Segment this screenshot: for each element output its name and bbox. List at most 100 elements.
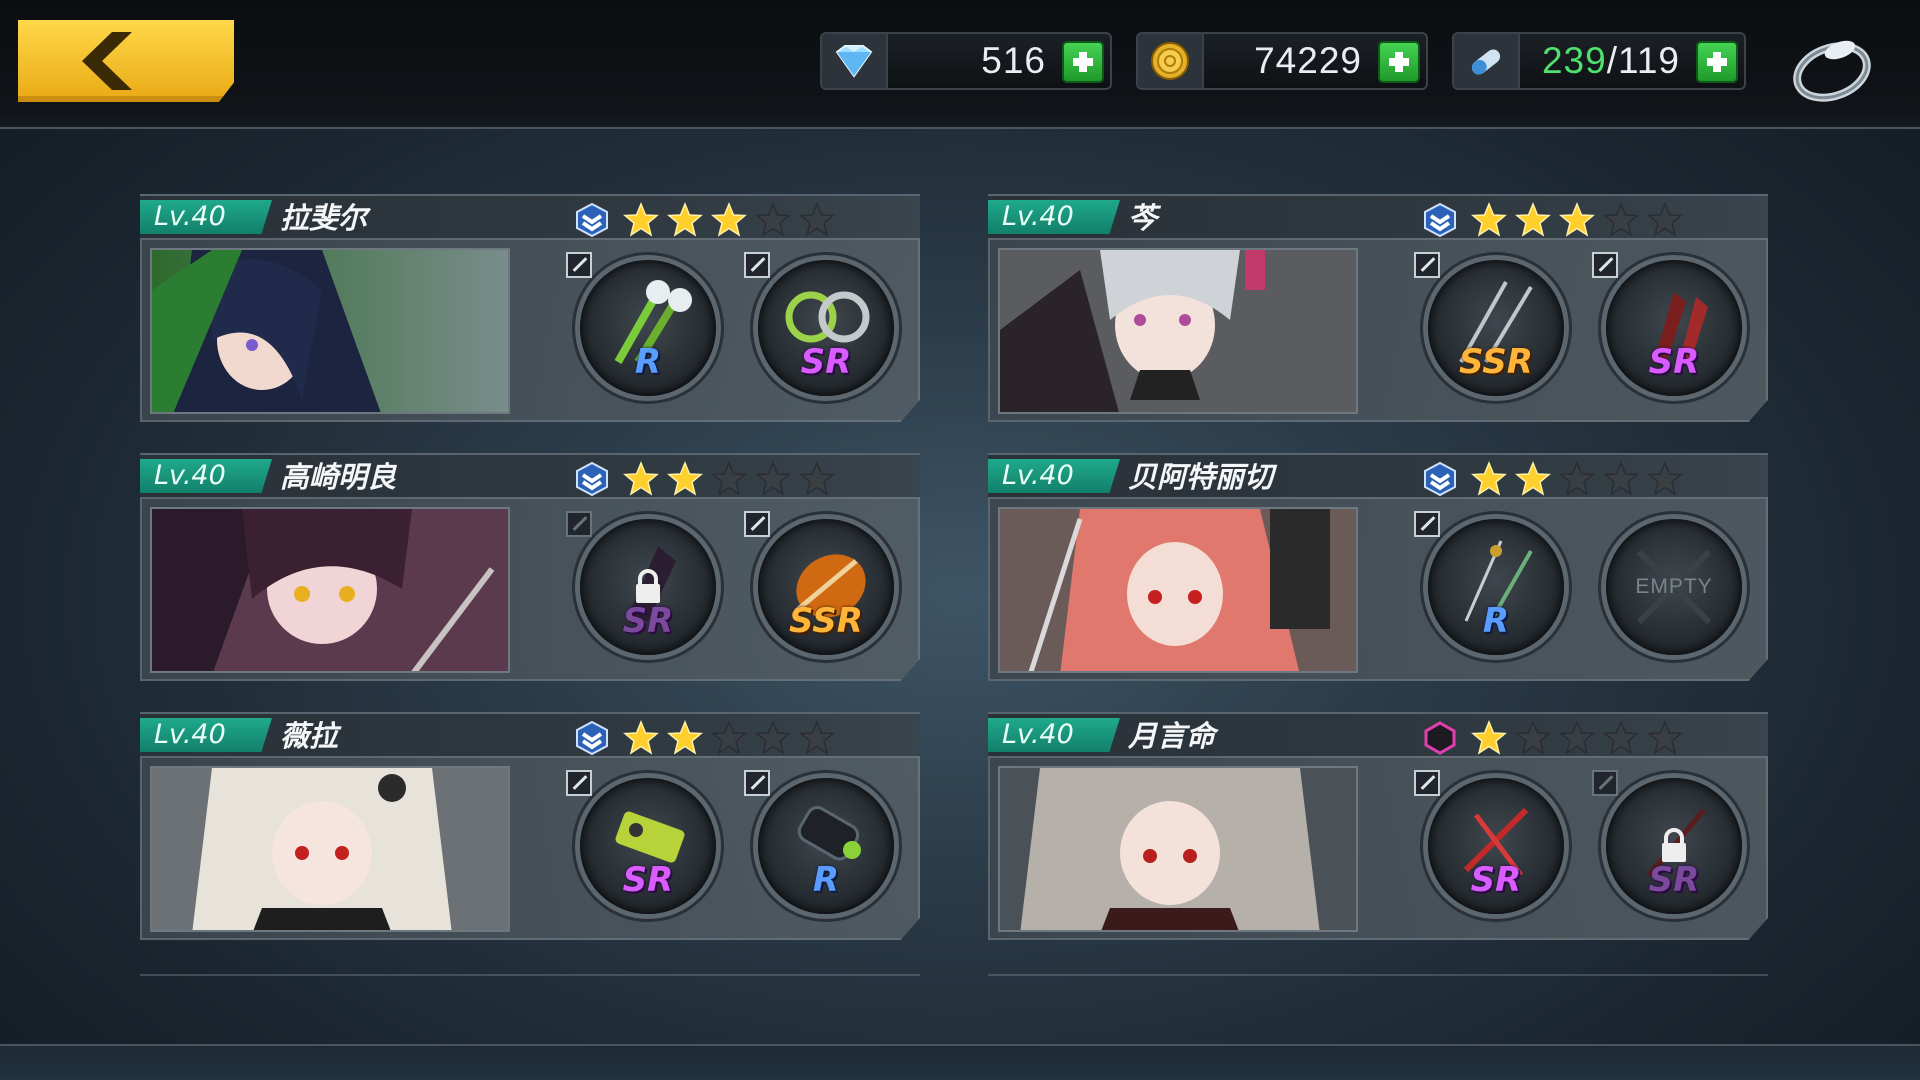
character-portrait	[998, 766, 1358, 932]
star-empty-icon	[755, 461, 791, 497]
star-filled-icon	[667, 202, 703, 238]
character-card[interactable]: R SR Lv.40 拉斐尔	[140, 194, 920, 422]
edit-icon[interactable]	[1414, 770, 1440, 796]
stamina-separator: /	[1606, 40, 1618, 81]
character-portrait	[150, 507, 510, 673]
card-header: Lv.40 高崎明良	[140, 453, 920, 497]
edit-icon[interactable]	[1592, 252, 1618, 278]
star-filled-icon	[623, 720, 659, 756]
character-card[interactable]: SR R Lv.40 薇拉	[140, 712, 920, 940]
empty-weapon-slot[interactable]: EMPTY	[1606, 519, 1742, 655]
rarity-badge: SR	[800, 342, 852, 382]
star-filled-icon	[1471, 202, 1507, 238]
star-filled-icon	[1471, 461, 1507, 497]
add-stamina-button[interactable]	[1696, 41, 1738, 83]
stamina-current: 239	[1541, 40, 1607, 81]
gems-value: 516	[981, 40, 1046, 81]
character-name: 月言命	[1128, 719, 1216, 753]
character-name: 芩	[1128, 201, 1158, 235]
weapon-slot[interactable]: SR	[1592, 770, 1742, 914]
character-name: 薇拉	[280, 719, 339, 753]
rarity-badge: SR	[1648, 342, 1700, 382]
star-empty-icon	[799, 202, 835, 238]
star-filled-icon	[667, 720, 703, 756]
gems-counter: 516	[820, 32, 1112, 90]
star-rating	[623, 720, 835, 756]
pink-hexagon-rank-icon	[1422, 720, 1458, 756]
level-tag: Lv.40	[988, 459, 1120, 493]
star-empty-icon	[1603, 461, 1639, 497]
character-card[interactable]: SSR SR Lv.40 芩	[988, 194, 1768, 422]
list-end-divider	[988, 974, 1768, 976]
character-card[interactable]: R EMPTY Lv.40 贝阿特丽切	[988, 453, 1768, 681]
stamina-max: 119	[1618, 40, 1680, 81]
level-tag: Lv.40	[140, 718, 272, 752]
character-portrait	[150, 766, 510, 932]
add-gems-button[interactable]	[1062, 41, 1104, 83]
weapon-slot[interactable]: SR	[1414, 770, 1564, 914]
character-portrait	[998, 507, 1358, 673]
weapon-slot[interactable]: SSR	[744, 511, 894, 655]
star-empty-icon	[1647, 720, 1683, 756]
edit-icon[interactable]	[1414, 511, 1440, 537]
weapon-slot[interactable]: R	[1414, 511, 1564, 655]
rarity-badge: SSR	[789, 601, 863, 641]
character-name: 贝阿特丽切	[1128, 460, 1274, 494]
star-rating	[1471, 461, 1683, 497]
rarity-badge: SR	[622, 860, 674, 900]
star-empty-icon	[1603, 720, 1639, 756]
weapon-slot[interactable]: SR	[566, 770, 716, 914]
star-empty-icon	[1515, 720, 1551, 756]
ring-icon[interactable]	[1788, 26, 1878, 106]
rarity-badge: SR	[1470, 860, 1522, 900]
star-filled-icon	[1559, 202, 1595, 238]
gold-value: 74229	[1254, 40, 1362, 81]
card-body: SR SR	[988, 756, 1768, 940]
rarity-badge: R	[634, 342, 662, 382]
level-tag: Lv.40	[140, 200, 272, 234]
edit-icon[interactable]	[566, 770, 592, 796]
star-filled-icon	[623, 461, 659, 497]
blue-chevron-rank-icon	[574, 202, 610, 238]
add-gold-button[interactable]	[1378, 41, 1420, 83]
stamina-capsule-icon	[1454, 34, 1520, 88]
footer-bar	[0, 1046, 1920, 1080]
star-empty-icon	[1559, 461, 1595, 497]
star-empty-icon	[711, 720, 747, 756]
weapon-slot[interactable]: SR	[566, 511, 716, 655]
edit-icon[interactable]	[566, 252, 592, 278]
weapon-slot[interactable]: SR	[1592, 252, 1742, 396]
weapon-slot[interactable]: R	[566, 252, 716, 396]
character-name: 拉斐尔	[280, 201, 368, 235]
rarity-badge: R	[1482, 601, 1510, 641]
edit-icon[interactable]	[1414, 252, 1440, 278]
star-empty-icon	[1603, 202, 1639, 238]
weapon-slot[interactable]: R	[744, 770, 894, 914]
weapon-slot[interactable]: SR	[744, 252, 894, 396]
character-card[interactable]: SR SSR Lv.40 高崎明良	[140, 453, 920, 681]
edit-icon	[566, 511, 592, 537]
card-header: Lv.40 月言命	[988, 712, 1768, 756]
star-empty-icon	[799, 461, 835, 497]
edit-icon[interactable]	[744, 252, 770, 278]
diamond-icon	[822, 34, 888, 88]
stamina-value: 239/119	[1542, 40, 1680, 82]
star-rating	[623, 202, 835, 238]
level-tag: Lv.40	[988, 200, 1120, 234]
character-portrait	[150, 248, 510, 414]
star-empty-icon	[1647, 461, 1683, 497]
character-card[interactable]: SR SR Lv.40 月言命	[988, 712, 1768, 940]
star-filled-icon	[1471, 720, 1507, 756]
back-button[interactable]	[18, 20, 234, 102]
star-rating	[1471, 202, 1683, 238]
edit-icon[interactable]	[744, 770, 770, 796]
rarity-badge: SSR	[1459, 342, 1533, 382]
edit-icon[interactable]	[744, 511, 770, 537]
card-header: Lv.40 薇拉	[140, 712, 920, 756]
weapon-slot[interactable]: SSR	[1414, 252, 1564, 396]
blue-chevron-rank-icon	[1422, 461, 1458, 497]
star-filled-icon	[1515, 461, 1551, 497]
star-filled-icon	[623, 202, 659, 238]
star-filled-icon	[1515, 202, 1551, 238]
star-empty-icon	[755, 202, 791, 238]
